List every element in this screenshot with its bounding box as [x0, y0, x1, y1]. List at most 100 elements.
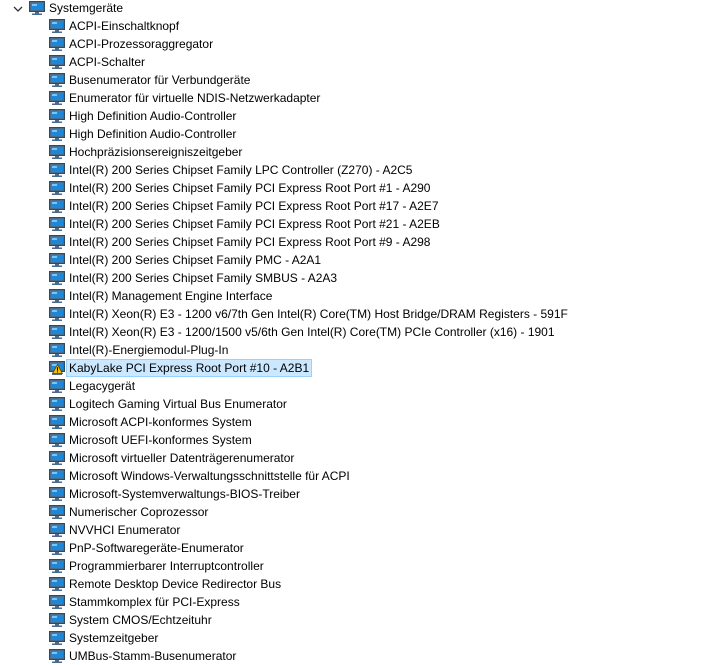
device-label: High Definition Audio-Controller — [69, 109, 237, 123]
device-label: UMBus-Stamm-Busenumerator — [69, 649, 237, 663]
device-item[interactable]: PnP-Softwaregeräte-Enumerator — [0, 539, 705, 557]
device-item[interactable]: Intel(R)-Energiemodul-Plug-In — [0, 341, 705, 359]
device-item[interactable]: Busenumerator für Verbundgeräte — [0, 71, 705, 89]
system-device-icon — [49, 487, 65, 501]
device-item[interactable]: Intel(R) Management Engine Interface — [0, 287, 705, 305]
device-label: Hochpräzisionsereigniszeitgeber — [69, 145, 243, 159]
device-item[interactable]: High Definition Audio-Controller — [0, 125, 705, 143]
system-device-icon — [49, 145, 65, 159]
system-device-icon — [49, 451, 65, 465]
device-label: Intel(R) 200 Series Chipset Family LPC C… — [69, 163, 413, 177]
device-item[interactable]: Intel(R) Xeon(R) E3 - 1200/1500 v5/6th G… — [0, 323, 705, 341]
device-item[interactable]: ACPI-Prozessoraggregator — [0, 35, 705, 53]
system-device-icon — [49, 55, 65, 69]
system-device-icon — [49, 397, 65, 411]
device-label: Logitech Gaming Virtual Bus Enumerator — [69, 397, 287, 411]
device-item[interactable]: Stammkomplex für PCI-Express — [0, 593, 705, 611]
device-item[interactable]: Intel(R) 200 Series Chipset Family LPC C… — [0, 161, 705, 179]
device-label: NVVHCI Enumerator — [69, 523, 181, 537]
device-item[interactable]: Intel(R) 200 Series Chipset Family PMC -… — [0, 251, 705, 269]
device-item[interactable]: Microsoft-Systemverwaltungs-BIOS-Treiber — [0, 485, 705, 503]
device-item[interactable]: ACPI-Einschaltknopf — [0, 17, 705, 35]
system-device-icon — [49, 541, 65, 555]
device-label: Stammkomplex für PCI-Express — [69, 595, 240, 609]
system-device-icon — [49, 505, 65, 519]
device-item[interactable]: Intel(R) 200 Series Chipset Family SMBUS… — [0, 269, 705, 287]
device-label: Legacygerät — [69, 379, 136, 393]
device-label: Intel(R) 200 Series Chipset Family PMC -… — [69, 253, 322, 267]
device-item[interactable]: Programmierbarer Interruptcontroller — [0, 557, 705, 575]
device-label: Enumerator für virtuelle NDIS-Netzwerkad… — [69, 91, 321, 105]
system-device-icon — [49, 631, 65, 645]
system-device-icon — [49, 433, 65, 447]
device-item[interactable]: System CMOS/Echtzeituhr — [0, 611, 705, 629]
device-label: Intel(R) 200 Series Chipset Family PCI E… — [69, 199, 439, 213]
system-device-icon — [49, 109, 65, 123]
device-label: Microsoft ACPI-konformes System — [69, 415, 252, 429]
device-label: Microsoft UEFI-konformes System — [69, 433, 252, 447]
system-device-icon — [49, 37, 65, 51]
device-item[interactable]: Enumerator für virtuelle NDIS-Netzwerkad… — [0, 89, 705, 107]
system-device-icon — [49, 379, 65, 393]
system-device-icon — [49, 235, 65, 249]
device-label: Microsoft virtueller Datenträgerenumerat… — [69, 451, 295, 465]
system-device-icon — [49, 163, 65, 177]
device-label: Microsoft Windows-Verwaltungsschnittstel… — [69, 469, 350, 483]
device-label: Intel(R) 200 Series Chipset Family PCI E… — [69, 235, 431, 249]
system-device-icon — [49, 73, 65, 87]
device-item[interactable]: Microsoft Windows-Verwaltungsschnittstel… — [0, 467, 705, 485]
device-item[interactable]: Numerischer Coprozessor — [0, 503, 705, 521]
system-devices-icon — [29, 1, 45, 15]
device-label: Numerischer Coprozessor — [69, 505, 209, 519]
device-label: Intel(R) 200 Series Chipset Family PCI E… — [69, 181, 431, 195]
device-label: High Definition Audio-Controller — [69, 127, 237, 141]
chevron-down-icon[interactable] — [13, 4, 23, 14]
device-label: Intel(R) Management Engine Interface — [69, 289, 273, 303]
device-item[interactable]: Hochpräzisionsereigniszeitgeber — [0, 143, 705, 161]
system-device-icon — [49, 469, 65, 483]
system-device-icon — [49, 577, 65, 591]
system-device-icon — [49, 559, 65, 573]
system-device-icon — [49, 127, 65, 141]
system-device-icon — [49, 19, 65, 33]
device-label: ACPI-Prozessoraggregator — [69, 37, 214, 51]
system-device-icon — [49, 181, 65, 195]
device-item[interactable]: ACPI-Schalter — [0, 53, 705, 71]
device-tree: Systemgeräte ACPI-Einschaltknopf ACPI-Pro… — [0, 0, 705, 665]
device-item[interactable]: Intel(R) 200 Series Chipset Family PCI E… — [0, 233, 705, 251]
system-device-icon — [49, 271, 65, 285]
device-item[interactable]: Systemzeitgeber — [0, 629, 705, 647]
system-device-icon — [49, 523, 65, 537]
device-label: KabyLake PCI Express Root Port #10 - A2B… — [66, 359, 313, 377]
system-device-icon — [49, 343, 65, 357]
device-label: PnP-Softwaregeräte-Enumerator — [69, 541, 244, 555]
system-device-icon — [49, 613, 65, 627]
device-item[interactable]: Microsoft virtueller Datenträgerenumerat… — [0, 449, 705, 467]
device-item[interactable]: Intel(R) 200 Series Chipset Family PCI E… — [0, 179, 705, 197]
system-device-icon — [49, 91, 65, 105]
device-item[interactable]: High Definition Audio-Controller — [0, 107, 705, 125]
system-device-icon — [49, 307, 65, 321]
device-item[interactable]: UMBus-Stamm-Busenumerator — [0, 647, 705, 665]
device-item[interactable]: Intel(R) Xeon(R) E3 - 1200 v6/7th Gen In… — [0, 305, 705, 323]
device-label: Microsoft-Systemverwaltungs-BIOS-Treiber — [69, 487, 300, 501]
device-item[interactable]: Legacygerät — [0, 377, 705, 395]
device-item[interactable]: Intel(R) 200 Series Chipset Family PCI E… — [0, 197, 705, 215]
device-item[interactable]: Remote Desktop Device Redirector Bus — [0, 575, 705, 593]
device-item[interactable]: Logitech Gaming Virtual Bus Enumerator — [0, 395, 705, 413]
device-item[interactable]: KabyLake PCI Express Root Port #10 - A2B… — [0, 359, 705, 377]
category-label: Systemgeräte — [49, 1, 124, 15]
system-device-icon — [49, 217, 65, 231]
system-device-icon — [49, 289, 65, 303]
device-item[interactable]: Intel(R) 200 Series Chipset Family PCI E… — [0, 215, 705, 233]
system-device-icon — [49, 253, 65, 267]
device-label: Intel(R) Xeon(R) E3 - 1200/1500 v5/6th G… — [69, 325, 555, 339]
system-device-icon — [49, 199, 65, 213]
warning-icon — [52, 364, 63, 374]
device-item[interactable]: Microsoft ACPI-konformes System — [0, 413, 705, 431]
device-label: Intel(R) 200 Series Chipset Family SMBUS… — [69, 271, 338, 285]
category-system-devices[interactable]: Systemgeräte — [0, 0, 705, 17]
device-item[interactable]: Microsoft UEFI-konformes System — [0, 431, 705, 449]
device-item[interactable]: NVVHCI Enumerator — [0, 521, 705, 539]
system-device-icon — [49, 415, 65, 429]
